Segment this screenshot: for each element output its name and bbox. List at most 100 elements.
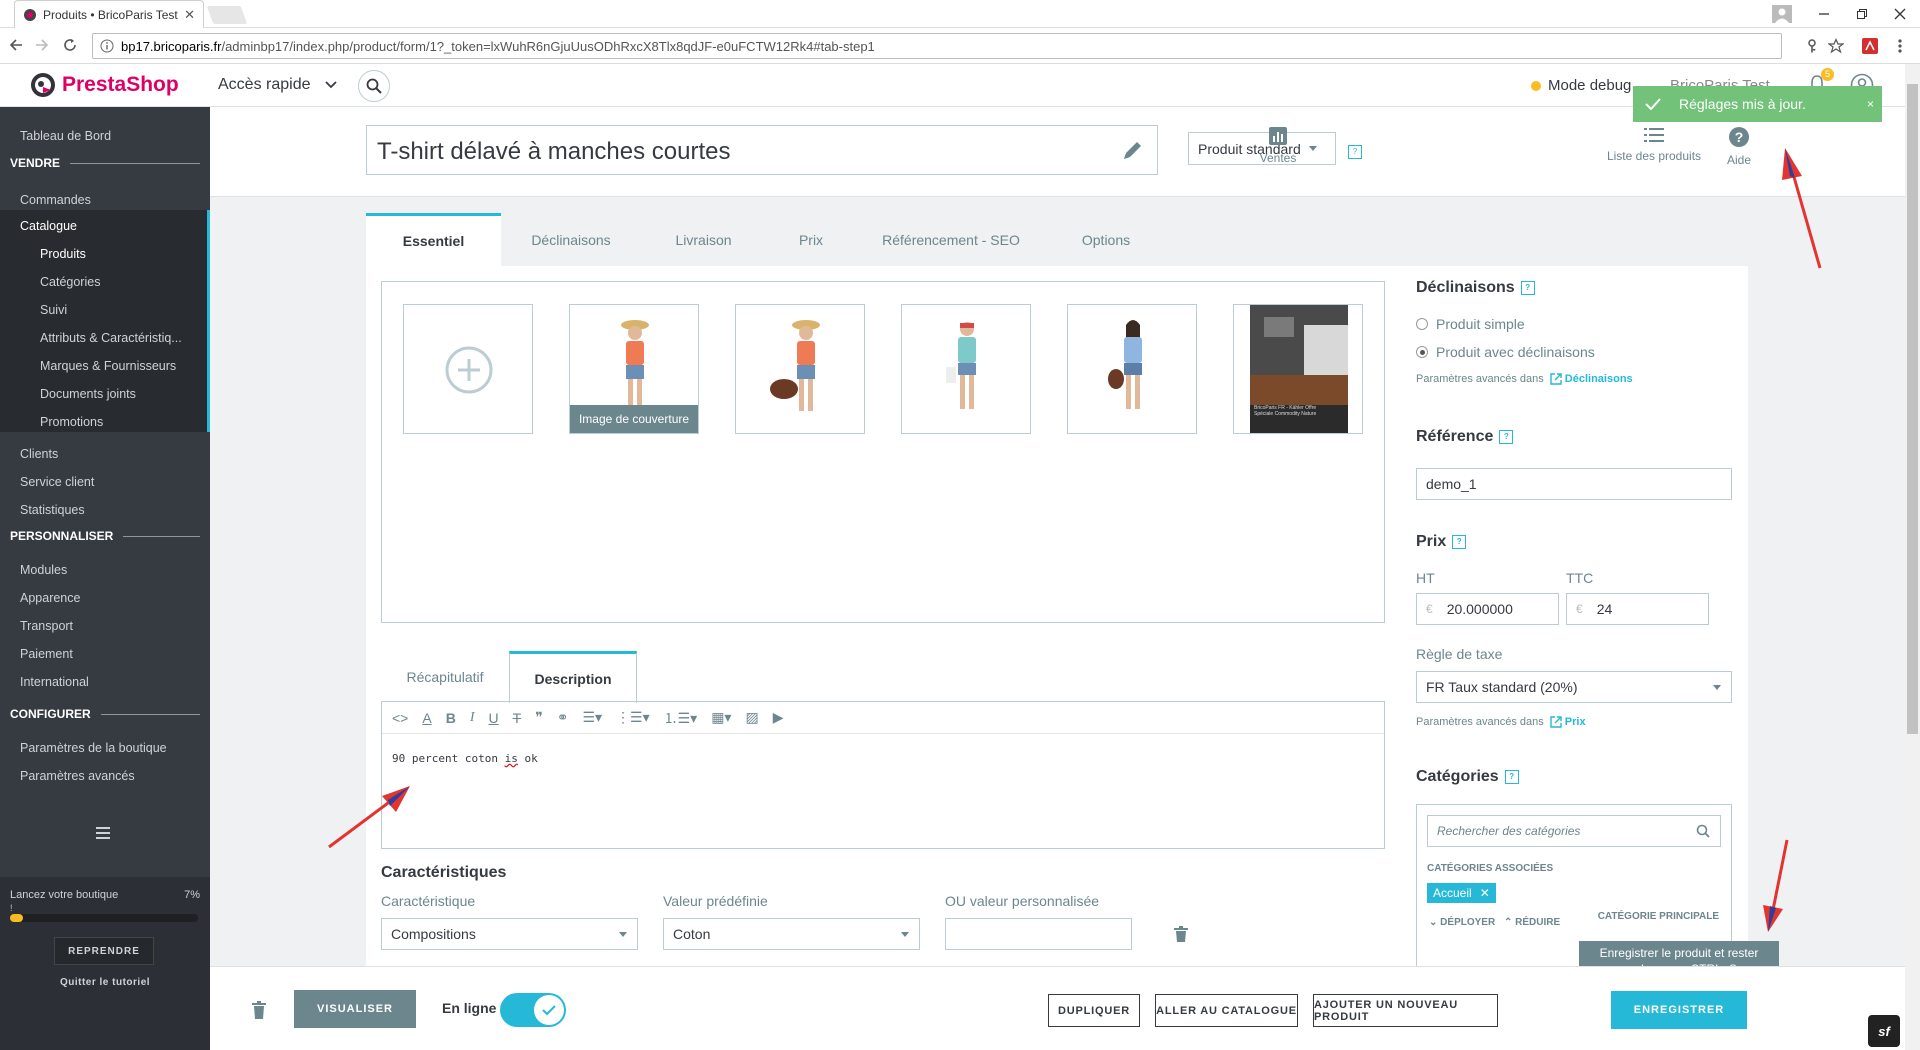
- minimize-icon[interactable]: [1818, 8, 1830, 20]
- collapse-button[interactable]: ⌃ RÉDUIRE: [1504, 917, 1560, 928]
- scrollbar-thumb[interactable]: [1907, 84, 1918, 734]
- add-image-button[interactable]: [403, 304, 533, 434]
- delete-feature-icon[interactable]: [1174, 926, 1188, 942]
- sidebar-item-customers[interactable]: Clients: [20, 447, 58, 461]
- sidebar-subitem-attachments[interactable]: Documents joints: [40, 387, 136, 401]
- feature-select[interactable]: Compositions: [381, 918, 638, 950]
- subtab-description[interactable]: Description: [509, 651, 637, 703]
- sidebar-item-shop-params[interactable]: Paramètres de la boutique: [20, 741, 167, 755]
- tax-rule-select[interactable]: FR Taux standard (20%): [1416, 671, 1732, 703]
- sidebar-item-international[interactable]: International: [20, 675, 89, 689]
- bookmark-star-icon[interactable]: [1828, 38, 1844, 54]
- image-icon[interactable]: ▨: [745, 709, 758, 726]
- add-new-product-button[interactable]: AJOUTER UN NOUVEAU PRODUIT: [1313, 994, 1498, 1027]
- sidebar-item-appearance[interactable]: Apparence: [20, 591, 80, 605]
- categories-help-icon[interactable]: ?: [1504, 770, 1519, 784]
- info-icon[interactable]: [100, 39, 114, 53]
- browser-menu-icon[interactable]: [1898, 38, 1902, 54]
- underline-icon[interactable]: U: [489, 710, 499, 726]
- sidebar-subitem-tracking[interactable]: Suivi: [40, 303, 67, 317]
- new-tab-button[interactable]: [206, 6, 248, 24]
- radio-product-with-combinations[interactable]: Produit avec déclinaisons: [1416, 344, 1595, 360]
- header-search-button[interactable]: [358, 70, 390, 102]
- reference-input[interactable]: demo_1: [1416, 468, 1732, 500]
- price-ttc-input[interactable]: €24: [1566, 593, 1709, 625]
- sidebar-item-modules[interactable]: Modules: [20, 563, 67, 577]
- product-image-5[interactable]: BricoParis FR - Kähler Offre Spéciale Co…: [1233, 304, 1363, 434]
- product-type-help-icon[interactable]: ?: [1348, 145, 1362, 159]
- sidebar-item-catalog[interactable]: Catalogue: [20, 219, 77, 233]
- price-ht-input[interactable]: €20.000000: [1416, 593, 1559, 625]
- notification-close-icon[interactable]: ×: [1867, 97, 1874, 111]
- product-image-3[interactable]: [901, 304, 1031, 434]
- product-image-4[interactable]: [1067, 304, 1197, 434]
- menu-collapse-button[interactable]: [96, 827, 110, 839]
- bold-icon[interactable]: B: [446, 710, 456, 726]
- sidebar-item-orders[interactable]: Commandes: [20, 193, 91, 207]
- strikethrough-icon[interactable]: T: [513, 710, 522, 726]
- link-icon[interactable]: ⚭: [557, 709, 569, 726]
- bullet-list-icon[interactable]: ⋮☰▾: [616, 709, 650, 726]
- product-image-cover[interactable]: Image de couverture: [569, 304, 699, 434]
- sidebar-item-stats[interactable]: Statistiques: [20, 503, 85, 517]
- reload-icon[interactable]: [62, 37, 78, 53]
- online-toggle[interactable]: [500, 993, 566, 1027]
- custom-value-input[interactable]: [945, 918, 1132, 950]
- expand-button[interactable]: ⌄ DÉPLOYER: [1429, 917, 1495, 928]
- go-to-catalog-button[interactable]: ALLER AU CATALOGUE: [1155, 994, 1298, 1027]
- browser-tab[interactable]: Produits • BricoParis Test ✕: [14, 0, 204, 28]
- description-text[interactable]: 90 percent coton is ok: [392, 752, 538, 765]
- sidebar-item-customer-service[interactable]: Service client: [20, 475, 94, 489]
- debug-mode[interactable]: Mode debug: [1530, 77, 1631, 94]
- image-dropzone[interactable]: Image de couverture BricoParis FR - Kähl…: [381, 281, 1385, 623]
- combinations-help-icon[interactable]: ?: [1520, 281, 1535, 295]
- symfony-profiler-icon[interactable]: sf: [1868, 1015, 1900, 1047]
- sidebar-subitem-products[interactable]: Produits: [40, 247, 86, 261]
- sidebar-item-dashboard[interactable]: Tableau de Bord: [20, 129, 111, 143]
- price-help-icon[interactable]: ?: [1452, 535, 1467, 549]
- preview-button[interactable]: VISUALISER: [294, 990, 416, 1028]
- sidebar-item-shipping[interactable]: Transport: [20, 619, 73, 633]
- sales-button[interactable]: Ventes: [1248, 127, 1308, 165]
- extension-icon[interactable]: [1862, 38, 1878, 54]
- profile-icon[interactable]: [1772, 5, 1792, 23]
- tab-seo[interactable]: Référencement - SEO: [856, 213, 1046, 266]
- price-advanced-link[interactable]: Prix: [1550, 716, 1586, 728]
- table-icon[interactable]: ▦▾: [711, 709, 731, 726]
- sidebar-subitem-categories[interactable]: Catégories: [40, 275, 100, 289]
- italic-icon[interactable]: I: [470, 710, 475, 726]
- subtab-summary[interactable]: Récapitulatif: [381, 651, 509, 703]
- reference-help-icon[interactable]: ?: [1499, 430, 1514, 444]
- quit-tutorial-link[interactable]: Quitter le tutoriel: [0, 977, 210, 988]
- numbered-list-icon[interactable]: ⒈☰▾: [664, 708, 698, 728]
- sidebar-subitem-promotions[interactable]: Promotions: [40, 415, 103, 429]
- category-search-input[interactable]: Rechercher des catégories: [1427, 815, 1721, 847]
- page-scrollbar[interactable]: [1905, 64, 1920, 1050]
- description-editor[interactable]: <> A B I U T ❞ ⚭ ☰▾ ⋮☰▾ ⒈☰▾ ▦▾ ▨ ▶ 90 pe…: [381, 701, 1385, 849]
- prestashop-logo[interactable]: PrestaShop: [30, 72, 179, 98]
- help-button[interactable]: ? Aide: [1714, 127, 1764, 167]
- product-image-2[interactable]: [735, 304, 865, 434]
- tab-pricing[interactable]: Prix: [766, 213, 856, 266]
- code-icon[interactable]: <>: [392, 710, 408, 726]
- radio-simple-product[interactable]: Produit simple: [1416, 316, 1525, 332]
- sidebar-subitem-attributes[interactable]: Attributs & Caractéristiq...: [40, 331, 182, 345]
- text-color-icon[interactable]: A: [422, 710, 431, 726]
- duplicate-button[interactable]: DUPLIQUER: [1048, 994, 1140, 1027]
- quote-icon[interactable]: ❞: [535, 709, 543, 726]
- media-icon[interactable]: ▶: [773, 709, 784, 726]
- delete-product-icon[interactable]: [252, 1001, 266, 1019]
- product-name-input[interactable]: T-shirt délavé à manches courtes: [366, 125, 1158, 175]
- combinations-advanced-link[interactable]: Déclinaisons: [1550, 373, 1633, 385]
- remove-tag-icon[interactable]: ✕: [1480, 886, 1490, 900]
- sidebar-item-payment[interactable]: Paiement: [20, 647, 73, 661]
- resume-tutorial-button[interactable]: REPRENDRE: [54, 937, 154, 965]
- quick-access-dropdown[interactable]: Accès rapide: [218, 76, 337, 94]
- tab-close-icon[interactable]: ✕: [184, 7, 195, 23]
- product-list-button[interactable]: Liste des produits: [1600, 127, 1708, 163]
- tab-options[interactable]: Options: [1046, 213, 1166, 266]
- forward-icon[interactable]: [34, 37, 50, 53]
- align-icon[interactable]: ☰▾: [582, 709, 602, 726]
- save-button[interactable]: ENREGISTRER: [1611, 991, 1747, 1029]
- tab-combinations[interactable]: Déclinaisons: [501, 213, 641, 266]
